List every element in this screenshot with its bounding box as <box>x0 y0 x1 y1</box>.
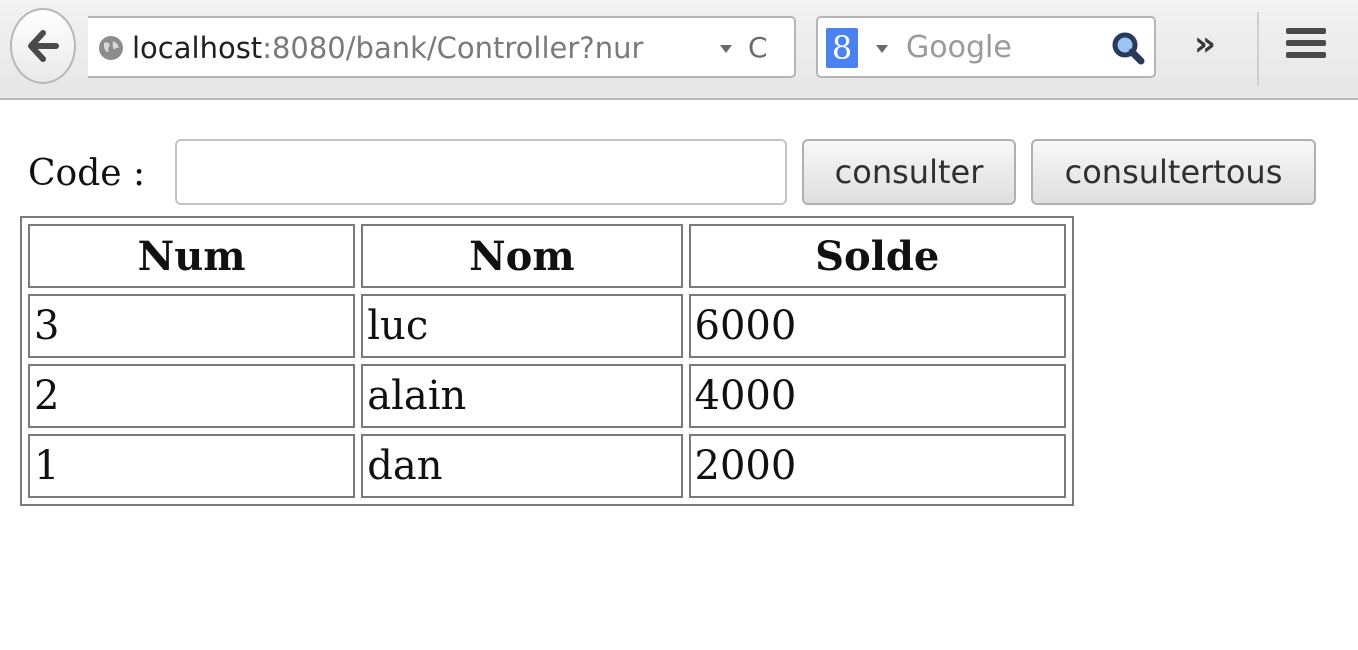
table-header-row: Num Nom Solde <box>28 224 1066 288</box>
header-solde: Solde <box>688 224 1066 288</box>
url-host: localhost <box>132 31 263 65</box>
header-num: Num <box>28 224 356 288</box>
toolbar-separator <box>1257 12 1259 86</box>
consulter-button[interactable]: consulter <box>802 139 1016 205</box>
cell-solde: 6000 <box>688 294 1066 358</box>
globe-icon <box>99 36 123 60</box>
back-arrow-icon <box>28 30 59 62</box>
hamburger-menu-icon[interactable] <box>1286 28 1326 62</box>
table-row: 3 luc 6000 <box>28 294 1066 358</box>
cell-num: 1 <box>28 434 356 498</box>
cell-nom: alain <box>361 364 683 428</box>
cell-num: 2 <box>28 364 356 428</box>
table-row: 2 alain 4000 <box>28 364 1066 428</box>
accounts-table: Num Nom Solde 3 luc 6000 2 alain 4000 1 … <box>20 216 1074 506</box>
code-label: Code : <box>28 153 146 194</box>
url-bar[interactable]: localhost:8080/bank/Controller?nur C <box>88 16 796 78</box>
cell-solde: 2000 <box>688 434 1066 498</box>
browser-toolbar: localhost:8080/bank/Controller?nur C 8 G… <box>0 0 1358 100</box>
url-dropdown-icon[interactable] <box>720 45 732 53</box>
cell-num: 3 <box>28 294 356 358</box>
url-text[interactable]: localhost:8080/bank/Controller?nur <box>132 30 704 66</box>
cell-nom: dan <box>361 434 683 498</box>
search-engine-dropdown-icon[interactable] <box>876 45 888 53</box>
magnifier-icon[interactable] <box>1110 30 1146 66</box>
url-path: :8080/bank/Controller?nur <box>262 31 644 65</box>
header-nom: Nom <box>361 224 683 288</box>
back-button[interactable] <box>10 8 76 84</box>
search-bar[interactable]: 8 Google <box>816 16 1156 78</box>
reload-icon[interactable]: C <box>748 32 768 64</box>
google-g-icon[interactable]: 8 <box>826 28 858 68</box>
chevron-double-right-icon[interactable]: » <box>1194 22 1216 66</box>
table-row: 1 dan 2000 <box>28 434 1066 498</box>
search-placeholder[interactable]: Google <box>906 30 1012 66</box>
code-input[interactable] <box>175 139 787 205</box>
cell-solde: 4000 <box>688 364 1066 428</box>
consultertous-button[interactable]: consultertous <box>1031 139 1316 205</box>
cell-nom: luc <box>361 294 683 358</box>
